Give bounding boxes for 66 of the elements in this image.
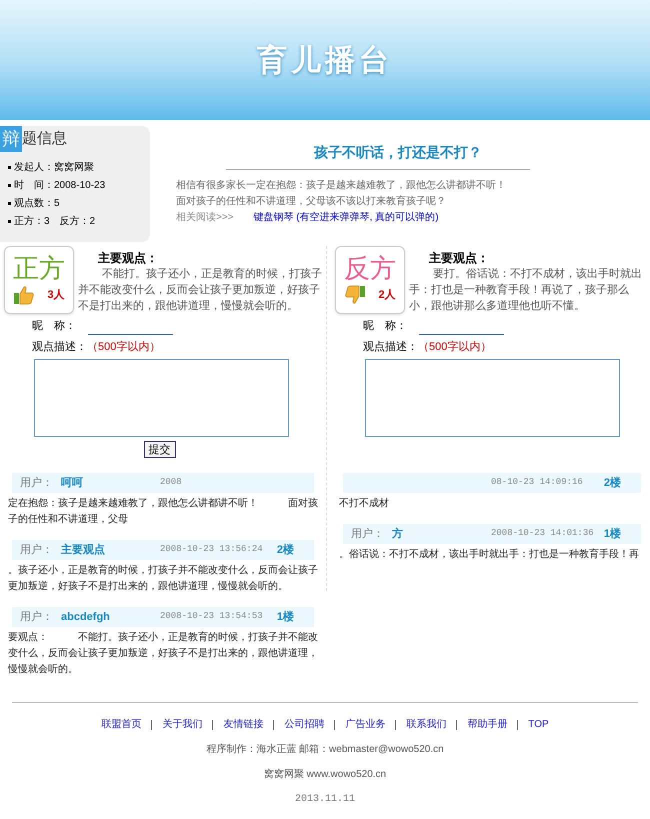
topic-info-item: 观点数：5 <box>14 196 60 211</box>
site-text: 窝窝网聚 www.wowo520.cn <box>264 768 386 782</box>
thumbs-down-icon <box>344 285 366 305</box>
footer-link[interactable]: 联盟首页 <box>101 717 142 732</box>
comment-date: 2008-10-23 13:54:53 <box>160 610 264 624</box>
topic-description: 相信有很多家长一定在抱怨：孩子是越来越难教了，跟他怎么讲都讲不听！ <box>176 178 507 193</box>
footer-date: 2013.11.11 <box>294 793 355 807</box>
bullet-icon <box>8 166 11 169</box>
footer-link[interactable]: 广告业务 <box>345 717 386 732</box>
user-name[interactable]: 呵呵 <box>61 474 83 492</box>
user-name[interactable]: 主要观点 <box>61 542 105 558</box>
topic-info-item: 正方：3 反方：2 <box>14 214 96 229</box>
footer-link[interactable]: 友情链接 <box>223 717 264 732</box>
side-label: 反方 <box>344 252 396 285</box>
bullet-icon <box>8 220 11 223</box>
comment-date: 2008 <box>160 476 183 490</box>
description-field[interactable] <box>34 359 289 437</box>
viewpoint-heading: 主要观点： <box>97 250 159 266</box>
floor-number: 2楼 <box>604 476 621 491</box>
comment-date: 2008-10-23 14:01:36 <box>491 527 595 540</box>
topic-info-item: 发起人：窝窝网聚 <box>14 160 94 175</box>
floor-number: 1楼 <box>604 526 621 542</box>
comment-date: 08-10-23 14:09:16 <box>491 476 584 490</box>
nickname-label: 昵 称： <box>363 319 407 334</box>
topic-badge: 辩 <box>0 126 22 152</box>
viewpoint-text: 要打。俗话说：不打不成材，该出手时就出手：打也是一种教育手段！再说了，孩子那么小，跟他讲那么多道理他也听不懂。 <box>409 266 643 314</box>
footer-link[interactable]: 关于我们 <box>162 717 202 732</box>
comment-text: 定在抱怨：孩子是越来越难教了，跟他怎么讲都讲不听！ 面对孩子的任性和不讲道理，父母 <box>7 496 319 527</box>
footer-link[interactable]: 公司招聘 <box>284 717 324 732</box>
topic-description: 面对孩子的任性和不讲道理，父母该不该以打来教育孩子呢？ <box>176 194 447 209</box>
footer-link[interactable]: TOP <box>528 717 549 732</box>
comment-text: 。孩子还小，正是教育的时候，打孩子并不能改变什么，反而会让孩子更加叛逆，好孩子不是打出来的，跟他讲道理，慢慢就会听的。 <box>7 564 319 594</box>
site-title: 育儿播台 <box>257 42 393 78</box>
comment-text: 要观点： 不能打。孩子还小，正是教育的时候，打孩子并不能改变什么，反而会让孩子更加叛逆，好孩子不是打出来的，跟他讲道理，慢慢就会听的。 <box>6 630 319 677</box>
user-name[interactable]: 方 <box>392 526 403 542</box>
comment-date: 2008-10-23 13:56:24 <box>160 543 264 556</box>
vote-count: 2人 <box>378 288 396 303</box>
user-name[interactable]: abcdefgh <box>61 608 110 626</box>
bullet-icon <box>8 202 11 205</box>
description-label: 观点描述：（500字以内） <box>363 340 492 354</box>
credit-text: 程序制作：海水正蓝 邮箱：webmaster@wowo520.cn <box>206 742 444 757</box>
related-label: 相关阅读>>> <box>176 210 234 225</box>
description-label: 观点描述：（500字以内） <box>32 340 162 354</box>
description-field[interactable] <box>365 359 620 437</box>
floor-number: 2楼 <box>276 542 294 558</box>
user-label: 用户： <box>20 476 53 491</box>
submit-button[interactable]: 提交 <box>144 441 176 458</box>
topic-info-title: 题信息 <box>22 128 67 149</box>
topic-title: 孩子不听话，打还是不打？ <box>313 143 483 162</box>
user-label: 用户： <box>20 610 53 625</box>
user-label: 用户： <box>20 542 53 558</box>
comment-text: 不打不成材 <box>338 496 390 511</box>
topic-info-item: 时 间：2008-10-23 <box>14 178 106 193</box>
viewpoint-heading: 主要观点： <box>428 250 490 266</box>
related-link[interactable]: 键盘钢琴 (有空进来弹弹琴, 真的可以弹的) <box>254 210 439 226</box>
user-label: 用户： <box>351 526 384 542</box>
side-label: 正方 <box>13 252 65 285</box>
thumbs-up-icon <box>13 285 36 305</box>
comment-text: 。俗话说：不打不成材，该出手时就出手：打也是一种教育手段！再 <box>338 548 640 562</box>
bullet-icon <box>8 184 11 187</box>
viewpoint-text: 不能打。孩子还小，正是教育的时候，打孩子并不能改变什么，反而会让孩子更加叛逆，好孩子不是打出来的，跟他讲道理，慢慢就会听的。 <box>78 266 322 314</box>
footer-link[interactable]: 联系我们 <box>406 717 446 732</box>
nickname-label: 昵 称： <box>32 319 76 334</box>
floor-number: 1楼 <box>276 610 294 625</box>
vote-count: 3人 <box>47 288 65 303</box>
footer-link[interactable]: 帮助手册 <box>467 717 508 732</box>
